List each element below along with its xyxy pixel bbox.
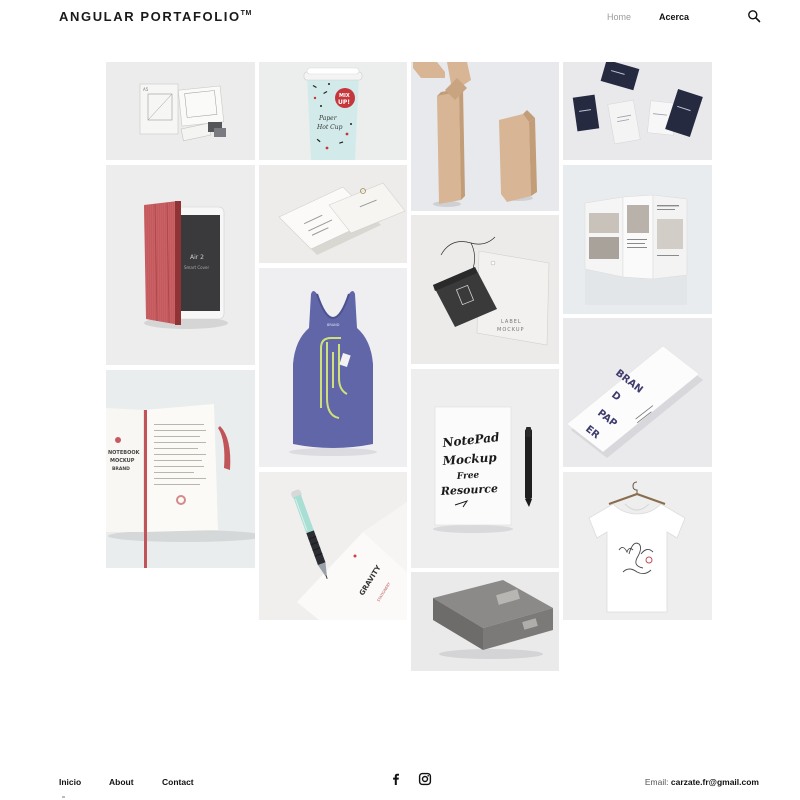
- svg-text:Smart Cover: Smart Cover: [184, 265, 209, 270]
- footer-link-about[interactable]: About: [109, 777, 134, 787]
- search-icon: [748, 10, 761, 23]
- svg-text:Air 2: Air 2: [190, 254, 204, 261]
- tile-notepad-mockup[interactable]: NotePad Mockup Free Resource: [411, 369, 559, 568]
- nav-home[interactable]: Home: [607, 12, 631, 22]
- instagram-icon: [418, 772, 432, 786]
- tile-brand-paper-mockup[interactable]: BRAN D PAP ER: [563, 318, 712, 467]
- footer-link-inicio[interactable]: Inicio: [59, 777, 81, 787]
- facebook-icon: [393, 773, 399, 785]
- tile-pen-stationery-mockup[interactable]: GRAVITY STATIONERY: [259, 472, 407, 620]
- nav-about[interactable]: Acerca: [659, 12, 689, 22]
- search-button[interactable]: [747, 9, 761, 23]
- tile-wood-blocks[interactable]: [411, 62, 559, 211]
- site-logo[interactable]: ANGULAR PORTAFOLIOTM: [59, 9, 252, 24]
- tile-brochure-mockup[interactable]: [563, 165, 712, 314]
- footer-divider-dot: [62, 796, 65, 798]
- svg-text:LABEL: LABEL: [501, 319, 522, 325]
- email-address[interactable]: carzate.fr@gmail.com: [671, 777, 759, 787]
- tile-box-mockup[interactable]: [411, 572, 559, 671]
- svg-text:NOTEBOOK: NOTEBOOK: [108, 450, 141, 456]
- footer-email: Email: carzate.fr@gmail.com: [645, 777, 759, 787]
- tile-paper-cup-mockup[interactable]: MIX UP! Paper Hot Cup: [259, 62, 407, 160]
- trademark-mark: TM: [240, 10, 252, 17]
- tile-tshirt-mockup[interactable]: [563, 472, 712, 620]
- footer-link-contact[interactable]: Contact: [162, 777, 194, 787]
- svg-text:MOCKUP: MOCKUP: [110, 458, 135, 464]
- svg-text:A5: A5: [143, 87, 149, 92]
- svg-text:Paper: Paper: [318, 115, 338, 122]
- tile-business-cards-mockup[interactable]: [259, 165, 407, 263]
- svg-text:Free: Free: [456, 470, 480, 482]
- tile-notebook-mockup[interactable]: NOTEBOOK MOCKUP BRAND: [106, 370, 255, 568]
- tile-hang-tag-mockup[interactable]: LABEL MOCKUP: [411, 215, 559, 364]
- svg-text:BRAND: BRAND: [327, 323, 340, 327]
- tile-dark-business-cards[interactable]: [563, 62, 712, 160]
- facebook-link[interactable]: [389, 772, 403, 786]
- svg-text:BRAND: BRAND: [112, 466, 130, 472]
- tile-tablet-cover-mockup[interactable]: Air 2 Smart Cover: [106, 165, 255, 365]
- svg-text:UP!: UP!: [338, 99, 350, 106]
- instagram-link[interactable]: [418, 772, 432, 786]
- email-label: Email:: [644, 777, 669, 787]
- svg-text:Hot Cup: Hot Cup: [316, 124, 343, 131]
- tile-tank-top-mockup[interactable]: BRAND: [259, 268, 407, 467]
- svg-text:MOCKUP: MOCKUP: [497, 327, 525, 333]
- tile-stationery-mockup[interactable]: A5: [106, 62, 255, 160]
